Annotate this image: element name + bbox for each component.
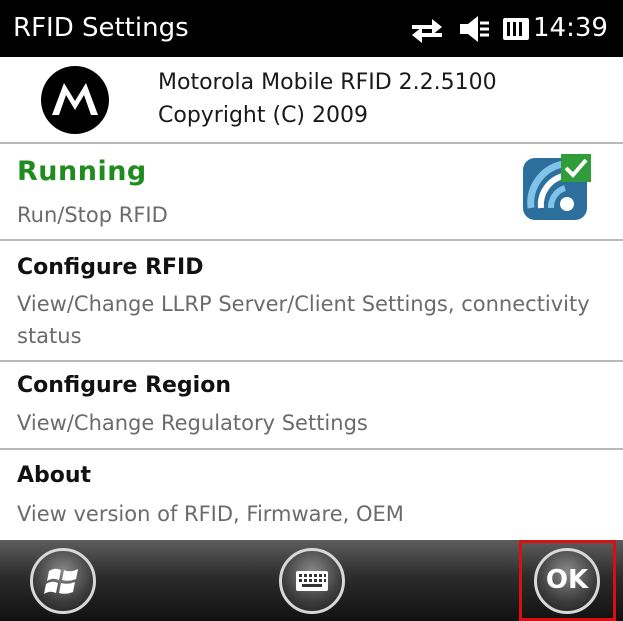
item-title: Running: [17, 156, 147, 187]
keyboard-button[interactable]: [279, 548, 345, 614]
item-subtitle: View/Change Regulatory Settings: [17, 411, 368, 435]
clock[interactable]: 14:39: [533, 12, 608, 44]
list-item-configure-rfid[interactable]: Configure RFID View/Change LLRP Server/C…: [0, 241, 623, 360]
connectivity-icon[interactable]: [410, 14, 444, 44]
screen: RFID Settings 14:39 Motorola Mobile RFID…: [0, 0, 623, 621]
window-title: RFID Settings: [13, 13, 189, 43]
item-title: Configure RFID: [17, 255, 204, 280]
item-title: About: [17, 463, 92, 488]
status-bar: RFID Settings 14:39: [0, 0, 623, 57]
rfid-running-check-icon: [523, 154, 591, 220]
item-subtitle: Run/Stop RFID: [17, 203, 168, 227]
copyright: Copyright (C) 2009: [158, 103, 368, 128]
motorola-logo: [41, 66, 109, 134]
item-title: Configure Region: [17, 373, 231, 398]
item-subtitle: View version of RFID, Firmware, OEM: [17, 502, 404, 526]
windows-start-icon: [44, 568, 78, 594]
soft-key-bar: OK: [0, 540, 623, 621]
battery-icon[interactable]: [502, 14, 532, 44]
ok-label: OK: [545, 565, 589, 595]
app-header: Motorola Mobile RFID 2.2.5100 Copyright …: [0, 57, 623, 142]
keyboard-icon: [296, 571, 328, 591]
start-button[interactable]: [30, 548, 96, 614]
app-version: Motorola Mobile RFID 2.2.5100: [158, 70, 497, 95]
volume-muted-icon[interactable]: [458, 14, 490, 44]
list-item-running[interactable]: Running Run/Stop RFID: [0, 144, 623, 239]
item-subtitle: View/Change LLRP Server/Client Settings,…: [17, 292, 590, 348]
list-item-about[interactable]: About View version of RFID, Firmware, OE…: [0, 450, 623, 540]
list-item-configure-region[interactable]: Configure Region View/Change Regulatory …: [0, 362, 623, 448]
ok-button[interactable]: OK: [534, 548, 600, 614]
